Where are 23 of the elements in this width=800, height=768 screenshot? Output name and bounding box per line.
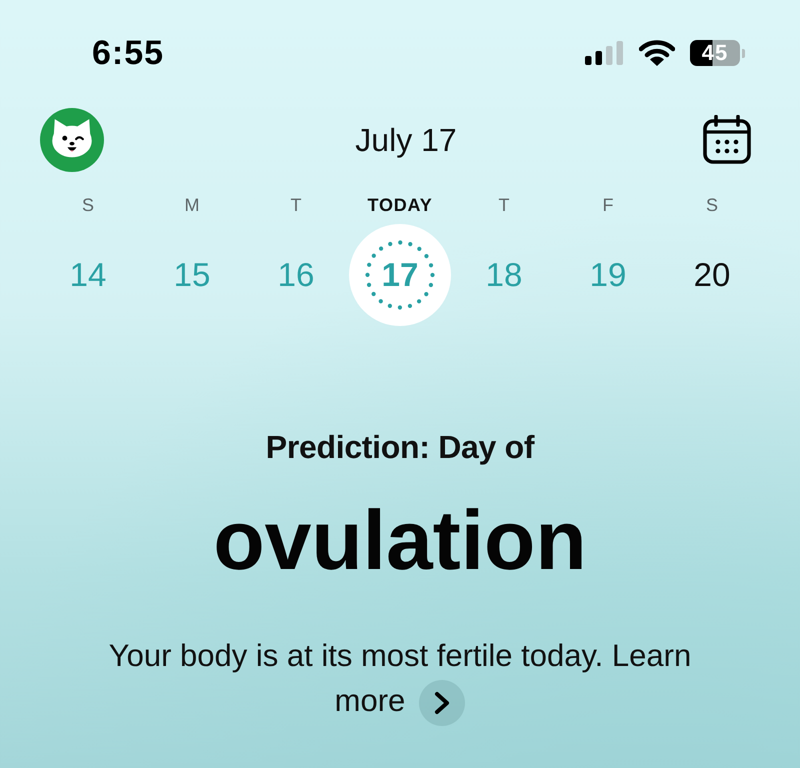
weekday-label: F: [602, 194, 614, 216]
weekday-label: T: [498, 194, 510, 216]
day-button[interactable]: 19: [557, 224, 659, 326]
calendar-icon[interactable]: [702, 115, 752, 165]
date-title: July 17: [354, 122, 457, 158]
day-button[interactable]: 15: [141, 224, 243, 326]
chevron-right-icon: [433, 690, 452, 715]
weekday-label: TODAY: [366, 194, 434, 216]
weekday-label: S: [704, 194, 719, 216]
phase-title: ovulation: [213, 492, 587, 589]
day-button[interactable]: 17: [349, 224, 451, 326]
weekday-label: T: [290, 194, 302, 216]
day-button[interactable]: 18: [453, 224, 555, 326]
day-button[interactable]: 16: [245, 224, 347, 326]
message-text: Your body is at its most fertile today. Learn more: [90, 633, 710, 726]
wifi-icon: [639, 40, 675, 66]
prediction-heading: Prediction: Day of: [266, 428, 534, 467]
day-button[interactable]: 20: [661, 224, 763, 326]
weekday-label: M: [184, 194, 200, 216]
weekday-label: S: [80, 194, 95, 216]
day-button[interactable]: 14: [37, 224, 139, 326]
status-time: 6:55: [92, 34, 164, 72]
signal-icon: [585, 41, 624, 65]
